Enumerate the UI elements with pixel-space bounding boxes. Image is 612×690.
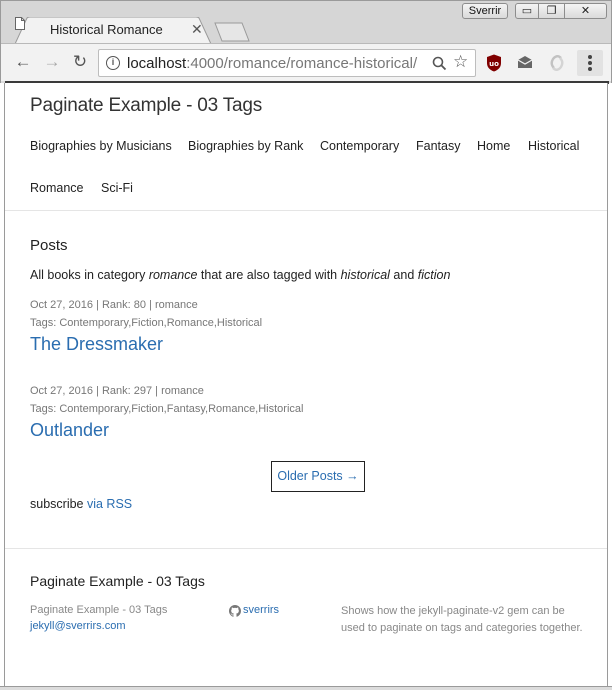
menu-button[interactable] [577,50,603,76]
github-icon [229,605,241,617]
menu-dot [588,55,592,59]
rss-link[interactable]: via RSS [87,497,132,511]
nav-fantasy[interactable]: Fantasy [416,139,460,153]
footer-title: Paginate Example - 03 Tags [30,573,205,589]
browser-window: Historical Romance ✕ Sverrir ▭ ❐ ✕ ← → ↻… [0,0,612,84]
info-icon[interactable]: i [106,56,120,70]
web-page: Paginate Example - 03 Tags Biographies b… [4,83,608,686]
footer-site-name: Paginate Example - 03 Tags [30,604,168,616]
bookmark-star-icon[interactable]: ☆ [453,52,468,72]
address-bar[interactable]: i localhost:4000/romance/romance-histori… [98,49,476,77]
post-tags: Tags: Contemporary,Fiction,Fantasy,Roman… [30,403,304,415]
menu-dot [588,61,592,65]
url-host: localhost [127,55,187,72]
minimize-button[interactable]: ▭ [515,3,539,19]
tab-close-icon[interactable]: ✕ [191,21,203,38]
svg-text:uo: uo [489,60,499,68]
page-icon [15,17,25,30]
search-icon[interactable] [432,56,447,71]
intro-tag-historical: historical [340,268,390,282]
github-user-link[interactable]: sverrirs [243,604,279,616]
post-tags: Tags: Contemporary,Fiction,Romance,Histo… [30,317,263,329]
intro-and: and [389,268,418,282]
back-arrow-icon[interactable]: ← [12,52,34,74]
nav-biographies-by-musicians[interactable]: Biographies by Musicians [30,139,172,153]
header-divider [5,210,607,211]
footer-description: Shows how the jekyll-paginate-v2 gem can… [341,605,583,634]
intro-middle: that are also tagged with [197,268,341,282]
nav-home[interactable]: Home [477,139,510,153]
intro-category: romance [148,268,198,282]
forward-arrow-icon[interactable]: → [41,52,63,74]
site-title[interactable]: Paginate Example - 03 Tags [30,95,262,117]
maximize-button[interactable]: ❐ [539,3,565,19]
subscribe-label: subscribe [30,497,87,511]
new-tab-button[interactable] [214,22,250,42]
tab-active[interactable]: Historical Romance ✕ [15,17,211,44]
post-meta: Oct 27, 2016 | Rank: 80 | romance [30,299,198,311]
reload-icon[interactable]: ↻ [69,52,91,74]
tab-title: Historical Romance [50,22,163,37]
intro-tag-fiction: fiction [417,268,451,282]
ublock-icon[interactable]: uo [486,54,502,72]
intro-prefix: All books in category [30,268,149,282]
sync-icon[interactable] [549,55,565,71]
post-title-link[interactable]: Outlander [30,420,109,441]
subscribe-line: subscribe via RSS [30,497,132,511]
older-posts-button[interactable]: Older Posts → [271,461,365,492]
post-title-link[interactable]: The Dressmaker [30,334,163,355]
url-path: :4000/romance/romance-historical/ [186,55,418,72]
nav-contemporary[interactable]: Contemporary [320,139,399,153]
category-intro: All books in category romance that are a… [30,268,450,282]
mail-icon[interactable] [517,55,533,69]
url-text[interactable]: localhost:4000/romance/romance-historica… [127,55,417,72]
tab-strip: Historical Romance ✕ Sverrir ▭ ❐ ✕ [1,1,611,44]
window-close-button[interactable]: ✕ [565,3,607,19]
nav-sci-fi[interactable]: Sci-Fi [101,181,133,195]
nav-biographies-by-rank[interactable]: Biographies by Rank [188,139,303,153]
nav-historical[interactable]: Historical [528,139,579,153]
footer-email-link[interactable]: jekyll@sverrirs.com [30,620,126,632]
post-meta: Oct 27, 2016 | Rank: 297 | romance [30,385,204,397]
menu-dot [588,67,592,71]
nav-romance[interactable]: Romance [30,181,84,195]
window-bottom-edge [0,686,612,690]
footer-divider [5,548,607,549]
posts-heading: Posts [30,237,68,254]
browser-toolbar: ← → ↻ i localhost:4000/romance/romance-h… [1,43,611,81]
profile-button[interactable]: Sverrir [462,3,508,19]
